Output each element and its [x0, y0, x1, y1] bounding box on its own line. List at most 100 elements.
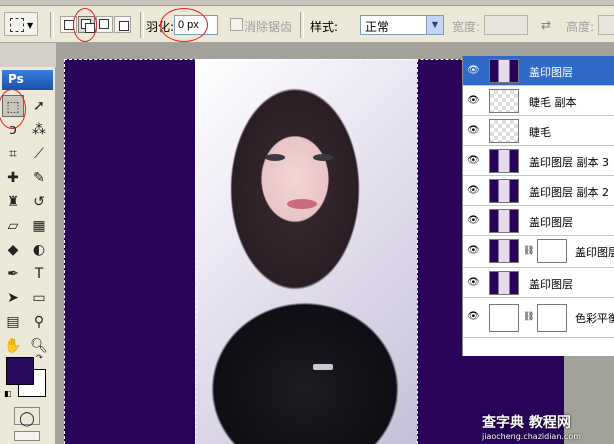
crop-tool[interactable]: ⌗ — [2, 143, 24, 165]
layer-row[interactable]: 👁︎ 睫毛 副本 — [463, 86, 614, 116]
tool-preset-picker[interactable]: ▼ — [4, 12, 38, 36]
layer-row[interactable]: 👁︎ 盖印图层 — [463, 56, 614, 86]
layer-row[interactable]: 👁︎ ⛓ 色彩平衡 — [463, 298, 614, 338]
layer-name: 盖印图层 — [529, 216, 573, 229]
history-brush-tool[interactable]: ↺ — [28, 191, 50, 213]
photo-detail — [287, 199, 317, 209]
eyedropper-tool[interactable]: ⚲ — [28, 311, 50, 333]
swap-colors-icon[interactable]: ↷ — [36, 353, 43, 362]
eye-icon[interactable]: 👁︎ — [467, 156, 481, 166]
layer-row[interactable]: 👁︎ 盖印图层 副本 2 — [463, 176, 614, 206]
layer-name: 睫毛 — [529, 126, 551, 139]
layer-name: 盖印图层 — [529, 278, 573, 291]
layer-thumbnail — [489, 271, 519, 295]
divider — [50, 12, 54, 38]
layer-thumbnail — [489, 239, 519, 263]
path-selection-tool[interactable]: ➤ — [2, 287, 24, 309]
layer-thumbnail — [489, 179, 519, 203]
eye-icon[interactable]: 👁︎ — [467, 278, 481, 288]
layer-mask-thumbnail[interactable] — [537, 304, 567, 332]
layer-name: 盖印图层 副本 3 — [529, 156, 609, 169]
photo-detail — [265, 154, 285, 161]
divider — [140, 12, 144, 38]
width-input[interactable] — [484, 15, 528, 35]
layer-name: 盖印图层 — [575, 246, 614, 259]
style-select[interactable]: 正常 ▼ — [360, 15, 444, 35]
layer-thumbnail — [489, 59, 519, 83]
options-bar: ▼ 羽化: 消除锯齿 样式: 正常 ▼ 宽度: ⇄ 高度: — [0, 6, 614, 43]
portrait-photo — [195, 59, 417, 444]
layer-row[interactable]: 👁︎ 盖印图层 — [463, 268, 614, 298]
ps-logo: Ps — [2, 70, 53, 90]
quick-mask-button[interactable]: ◯ — [14, 407, 40, 427]
blur-tool[interactable]: ◆ — [2, 239, 24, 261]
default-colors-icon[interactable]: ◧ — [4, 389, 12, 398]
red-annotation-circle — [160, 8, 208, 42]
photo-detail — [313, 364, 333, 370]
layers-panel: 👁︎ 盖印图层 👁︎ 睫毛 副本 👁︎ 睫毛 👁︎ 盖印图层 副本 3 👁︎ 盖… — [462, 56, 614, 356]
link-icon: ⛓ — [523, 312, 535, 322]
intersect-selection-button[interactable] — [114, 16, 131, 33]
link-icon: ⛓ — [523, 246, 535, 256]
subtract-selection-button[interactable] — [96, 16, 113, 33]
foreground-color-swatch[interactable] — [6, 357, 34, 385]
eye-icon[interactable]: 👁︎ — [467, 246, 481, 256]
layer-row[interactable]: 👁︎ ⛓ 盖印图层 — [463, 236, 614, 268]
intersect-selection-icon — [119, 21, 129, 31]
layer-thumbnail — [489, 149, 519, 173]
watermark: 查字典 教程网 jiaocheng.chazidian.com — [482, 412, 614, 444]
screen-mode-button[interactable] — [14, 431, 40, 441]
clone-stamp-tool[interactable]: ♜ — [2, 191, 24, 213]
eye-icon[interactable]: 👁︎ — [467, 126, 481, 136]
selection-edge-right — [417, 59, 418, 444]
adjustment-layer-icon — [489, 304, 519, 332]
eye-icon[interactable]: 👁︎ — [467, 216, 481, 226]
layer-row[interactable]: 👁︎ 盖印图层 — [463, 206, 614, 236]
shape-tool[interactable]: ▭ — [28, 287, 50, 309]
lasso-tool[interactable]: ↄ — [2, 119, 24, 141]
type-tool[interactable]: T — [28, 263, 50, 285]
height-input[interactable] — [598, 15, 614, 35]
swap-icon[interactable]: ⇄ — [541, 18, 551, 32]
selection-edge-outer — [64, 59, 65, 444]
eye-icon[interactable]: 👁︎ — [467, 186, 481, 196]
gradient-tool[interactable]: ▦ — [28, 215, 50, 237]
red-annotation-circle — [73, 8, 97, 42]
photo-detail — [313, 154, 333, 161]
layer-name: 盖印图层 — [529, 66, 573, 79]
move-tool[interactable]: ➚ — [28, 95, 50, 117]
layer-thumbnail — [489, 209, 519, 233]
eye-icon[interactable]: 👁︎ — [467, 66, 481, 76]
chevron-down-icon: ▼ — [27, 21, 34, 30]
divider — [300, 12, 304, 38]
layer-row[interactable]: 👁︎ 睫毛 — [463, 116, 614, 146]
height-label: 高度: — [566, 20, 595, 34]
layer-thumbnail — [489, 89, 519, 113]
notes-tool[interactable]: ▤ — [2, 311, 24, 333]
slice-tool[interactable]: ⟋ — [28, 143, 50, 165]
eye-icon[interactable]: 👁︎ — [467, 312, 481, 322]
style-label: 样式: — [310, 20, 339, 34]
dodge-tool[interactable]: ◐ — [28, 239, 50, 261]
layer-mask-thumbnail[interactable] — [537, 239, 567, 263]
magic-wand-tool[interactable]: ⁂ — [28, 119, 50, 141]
antialias-label: 消除锯齿 — [244, 20, 293, 34]
rect-marquee-icon — [10, 18, 24, 32]
watermark-url: jiaocheng.chazidian.com — [482, 432, 582, 441]
layer-row[interactable]: 👁︎ 盖印图层 副本 3 — [463, 146, 614, 176]
eraser-tool[interactable]: ▱ — [2, 215, 24, 237]
hand-tool[interactable]: ✋ — [2, 335, 24, 357]
antialias-checkbox[interactable] — [230, 18, 243, 31]
eye-icon[interactable]: 👁︎ — [467, 96, 481, 106]
toolbox-panel: Ps ⬚ ➚ ↄ ⁂ ⌗ ⟋ ✚ ✎ ♜ ↺ ▱ ▦ ◆ ◐ ✒ T ➤ ▭ ▤… — [0, 67, 56, 444]
layer-name: 睫毛 副本 — [529, 96, 577, 109]
subtract-selection-icon — [99, 19, 109, 29]
healing-brush-tool[interactable]: ✚ — [2, 167, 24, 189]
selection-edge-left — [195, 59, 196, 444]
layer-name: 盖印图层 副本 2 — [529, 186, 609, 199]
style-select-value: 正常 — [365, 20, 390, 34]
pen-tool[interactable]: ✒ — [2, 263, 24, 285]
brush-tool[interactable]: ✎ — [28, 167, 50, 189]
chevron-down-icon: ▼ — [426, 16, 443, 34]
width-label: 宽度: — [452, 20, 481, 34]
